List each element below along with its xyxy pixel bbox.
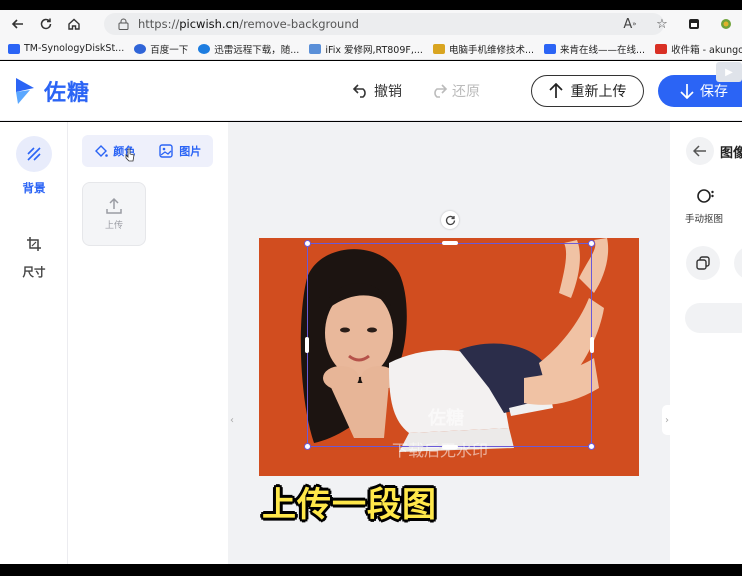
undo-button[interactable]: 撤销 <box>352 81 402 101</box>
app-header: 佐糖 撤销 还原 重新上传 保存 <box>0 61 742 121</box>
read-aloud-icon[interactable]: A» <box>614 10 646 38</box>
back-arrow-icon[interactable] <box>686 137 714 165</box>
address-bar[interactable]: https://picwish.cn/remove-background <box>104 13 664 35</box>
paint-bucket-icon <box>95 145 109 157</box>
bookmark-item[interactable]: TM-SynologyDiskSt... <box>8 43 124 54</box>
bookmark-item[interactable]: 收件箱 - akungogo... <box>655 42 742 56</box>
resize-handle-right[interactable] <box>590 337 594 353</box>
rotate-icon[interactable] <box>441 211 459 229</box>
layer-more-icon[interactable] <box>734 246 742 280</box>
bookmark-label: iFix 爱修网,RT809F,... <box>325 44 423 56</box>
manual-cutout-label: 手动抠图 <box>685 214 724 225</box>
tab-color[interactable]: 颜色 <box>82 135 148 167</box>
url-scheme: https:// <box>138 17 180 31</box>
manual-cutout-icon[interactable] <box>696 186 716 206</box>
bookmark-label: 电脑手机维修技术... <box>448 44 534 56</box>
upload-icon <box>106 197 122 214</box>
bookmark-label: 来肯在线——在线... <box>560 44 646 56</box>
back-icon[interactable] <box>4 10 32 38</box>
repair-site-icon <box>432 43 445 54</box>
bookmark-item[interactable]: 迅雷远程下载，随... <box>198 42 299 56</box>
crop-icon <box>16 232 52 256</box>
bookmark-label: 百度一下 <box>150 44 189 56</box>
resize-handle-bottom-left[interactable] <box>304 443 311 450</box>
collapse-left-panel-icon[interactable]: ‹ <box>228 405 236 435</box>
resize-handle-top-left[interactable] <box>304 240 311 247</box>
url-path: /remove-background <box>239 17 359 31</box>
rail-item-background[interactable]: 背景 <box>0 136 68 196</box>
bookmark-item[interactable]: iFix 爱修网,RT809F,... <box>309 42 423 56</box>
upload-arrow-icon <box>548 83 563 98</box>
tab-image[interactable]: 图片 <box>148 135 214 167</box>
logo-text: 佐糖 <box>44 81 91 106</box>
resize-handle-top-right[interactable] <box>588 240 595 247</box>
redo-button[interactable]: 还原 <box>430 81 480 101</box>
bookmark-icon <box>8 43 20 54</box>
logo[interactable]: 佐糖 <box>10 75 90 107</box>
collections-icon[interactable] <box>678 10 710 38</box>
background-type-toggle: 颜色 图片 <box>82 135 213 167</box>
bottom-letterbox <box>0 564 742 576</box>
gmail-icon <box>655 43 668 54</box>
undo-label: 撤销 <box>374 84 402 100</box>
home-icon[interactable] <box>60 10 88 38</box>
upload-background-button[interactable]: 上传 <box>82 182 146 246</box>
left-rail: 背景 尺寸 <box>0 122 68 564</box>
redo-icon <box>434 84 448 98</box>
picwish-logo-icon <box>16 78 34 104</box>
bookmark-label: 收件箱 - akungogo... <box>671 44 742 56</box>
watermark-brand: 佐糖 <box>428 408 464 429</box>
refresh-icon[interactable] <box>32 10 60 38</box>
delete-button[interactable] <box>685 303 742 333</box>
redo-label: 还原 <box>452 84 480 100</box>
bookmarks-bar: TM-SynologyDiskSt... 百度一下 迅雷远程下载，随... iF… <box>0 38 742 60</box>
baidu-paw-icon <box>134 43 147 54</box>
bookmark-label: 迅雷远程下载，随... <box>214 44 300 56</box>
mouse-cursor-icon <box>125 148 135 162</box>
bookmark-item[interactable]: 来肯在线——在线... <box>544 42 645 56</box>
bookmark-item[interactable]: 电脑手机维修技术... <box>432 42 534 56</box>
image-icon <box>159 144 173 158</box>
reupload-label: 重新上传 <box>570 84 627 100</box>
download-arrow-icon <box>680 84 694 99</box>
ifix-icon <box>309 43 322 54</box>
video-caption: 上传一段图 <box>262 485 437 525</box>
rail-item-size[interactable]: 尺寸 <box>0 232 68 280</box>
rail-label-size: 尺寸 <box>22 265 46 279</box>
reupload-button[interactable]: 重新上传 <box>531 75 644 107</box>
tab-image-label: 图片 <box>179 145 202 158</box>
url-host: picwish.cn <box>179 17 240 31</box>
save-label: 保存 <box>700 84 728 100</box>
favorite-star-icon[interactable]: ☆ <box>646 10 678 38</box>
top-letterbox <box>0 0 742 10</box>
right-panel-title: 图像 <box>720 146 742 161</box>
browser-toolbar: https://picwish.cn/remove-background A» … <box>0 10 742 38</box>
upload-label: 上传 <box>104 221 123 231</box>
bookmark-label: TM-SynologyDiskSt... <box>24 43 125 54</box>
background-hatch-icon <box>16 136 52 172</box>
right-panel: 图像 手动抠图 <box>670 122 742 564</box>
xunlei-icon <box>198 43 211 54</box>
watermark-note: 下载后无水印 <box>392 441 489 460</box>
video-play-icon[interactable]: ▶ <box>716 62 742 82</box>
duplicate-icon[interactable] <box>686 246 720 280</box>
extension-icon[interactable] <box>710 10 742 38</box>
bookmark-item[interactable]: 百度一下 <box>134 42 188 56</box>
rail-label-background: 背景 <box>22 181 46 195</box>
resize-handle-left[interactable] <box>305 337 309 353</box>
lock-icon <box>116 17 130 31</box>
laiken-icon <box>544 43 556 54</box>
background-panel: 颜色 图片 上传 <box>68 122 228 564</box>
undo-icon <box>352 84 366 98</box>
resize-handle-top[interactable] <box>442 241 458 245</box>
resize-handle-bottom-right[interactable] <box>588 443 595 450</box>
